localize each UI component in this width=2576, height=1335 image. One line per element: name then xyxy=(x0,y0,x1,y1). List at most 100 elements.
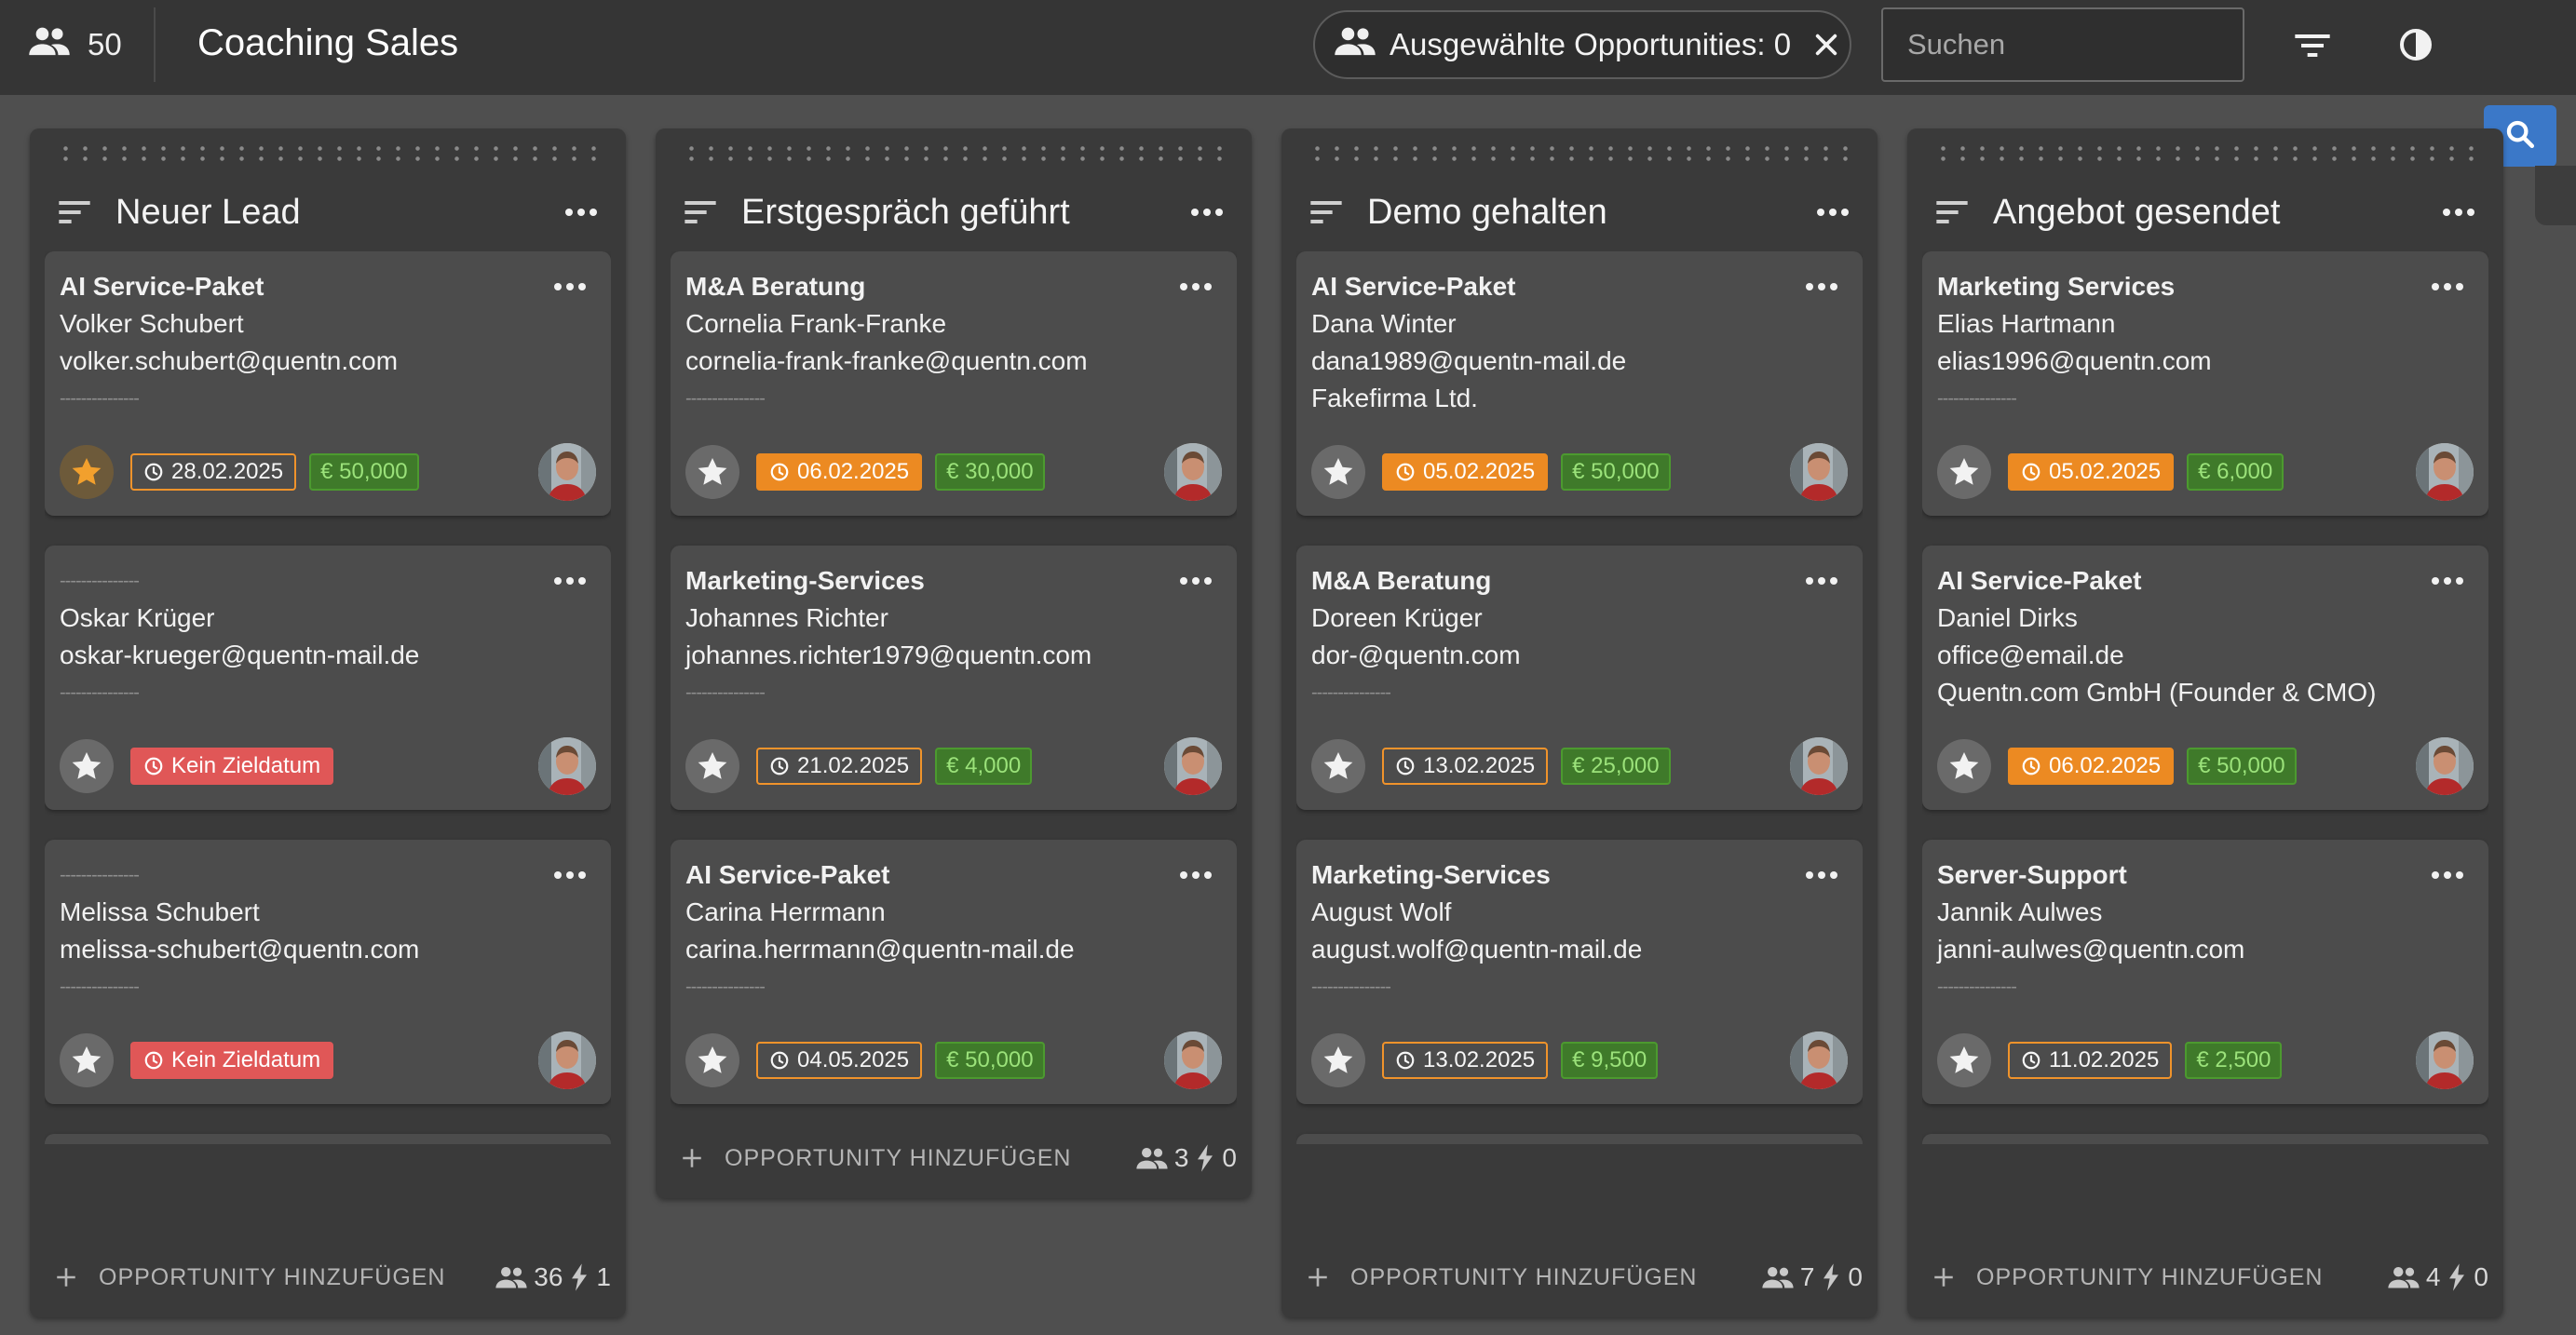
opportunity-card[interactable]: Server-Support Jannik Aulwes janni-aulwes@… xyxy=(1922,840,2488,1104)
opportunity-card[interactable]: AI Service-Paket Dana Winter dana1989@quen… xyxy=(1296,251,1863,516)
add-opportunity-button[interactable]: OPPORTUNITY HINZUFÜGEN xyxy=(1976,1264,2387,1291)
add-opportunity-button[interactable]: OPPORTUNITY HINZUFÜGEN xyxy=(725,1145,1135,1172)
star-icon[interactable] xyxy=(60,445,114,499)
column-drag-handle[interactable] xyxy=(1308,143,1851,162)
due-date-badge[interactable]: 05.02.2025 xyxy=(2008,453,2175,491)
avatar[interactable] xyxy=(2416,443,2474,501)
empty-field-placeholder: --------------- xyxy=(1311,977,1391,997)
column-drag-handle[interactable] xyxy=(1933,143,2477,162)
more-options-icon[interactable] xyxy=(1188,208,1226,217)
card-more-icon[interactable] xyxy=(2431,868,2464,884)
close-icon[interactable] xyxy=(1811,30,1841,60)
plus-icon[interactable] xyxy=(1306,1265,1330,1289)
avatar[interactable] xyxy=(538,1032,596,1089)
card-more-icon[interactable] xyxy=(1179,279,1213,296)
more-options-icon[interactable] xyxy=(2440,208,2477,217)
sort-icon[interactable] xyxy=(1308,193,1347,232)
card-more-icon[interactable] xyxy=(553,868,587,884)
avatar[interactable] xyxy=(1790,737,1848,795)
due-date-badge[interactable]: 04.05.2025 xyxy=(756,1042,923,1079)
plus-icon[interactable] xyxy=(54,1265,78,1289)
column-drag-handle[interactable] xyxy=(682,143,1226,162)
avatar[interactable] xyxy=(1790,1032,1848,1089)
star-icon[interactable] xyxy=(685,739,739,793)
opportunity-card[interactable]: AI Service-Paket Volker Schubert volker.sc… xyxy=(45,251,611,516)
card-more-icon[interactable] xyxy=(2431,573,2464,590)
sort-icon[interactable] xyxy=(56,193,95,232)
star-icon[interactable] xyxy=(1937,1033,1991,1087)
opportunity-card[interactable]: Marketing Services Elias Hartmann elias199… xyxy=(1922,251,2488,516)
card-footer: 04.05.2025 € 50,000 xyxy=(685,1032,1222,1089)
avatar[interactable] xyxy=(538,737,596,795)
selected-opportunities-chip[interactable]: Ausgewählte Opportunities: 0 xyxy=(1313,10,1851,79)
card-more-icon[interactable] xyxy=(553,573,587,590)
more-options-icon[interactable] xyxy=(563,208,600,217)
opportunity-card[interactable]: M&A Beratung Doreen Krüger dor-@quentn.com… xyxy=(1296,546,1863,810)
opportunity-card[interactable]: --------------- Oskar Krüger oskar-krueger… xyxy=(45,546,611,810)
avatar[interactable] xyxy=(2416,1032,2474,1089)
card-list: Marketing Services Elias Hartmann elias199… xyxy=(1922,251,2488,1144)
opportunity-card[interactable]: Marketing-Services August Wolf august.wolf… xyxy=(1296,840,1863,1104)
opportunity-card[interactable]: --------------- Melissa Schubert melissa-s… xyxy=(45,840,611,1104)
avatar[interactable] xyxy=(1164,443,1222,501)
opportunity-card[interactable]: AI Service-Paket Carina Herrmann carina.he… xyxy=(671,840,1237,1104)
due-date-badge[interactable]: 05.02.2025 xyxy=(1382,453,1549,491)
due-date-badge[interactable]: 06.02.2025 xyxy=(2008,748,2175,785)
plus-icon[interactable] xyxy=(680,1146,704,1170)
card-product: AI Service-Paket xyxy=(1937,566,2142,595)
due-date-badge[interactable]: 11.02.2025 xyxy=(2008,1042,2173,1079)
due-date-badge[interactable]: 06.02.2025 xyxy=(756,453,923,491)
opportunity-card[interactable]: Marketing ServicesKarl Möller xyxy=(1296,1134,1863,1144)
card-more-icon[interactable] xyxy=(1805,868,1838,884)
sort-icon[interactable] xyxy=(682,193,721,232)
contacts-count: 7 xyxy=(1799,1262,1815,1291)
actions-count: 0 xyxy=(2474,1262,2488,1291)
avatar[interactable] xyxy=(1790,443,1848,501)
star-icon[interactable] xyxy=(685,1033,739,1087)
avatar[interactable] xyxy=(1164,1032,1222,1089)
due-date-text: 13.02.2025 xyxy=(1423,753,1536,778)
opportunity-card[interactable]: Software und ServiceVictoria Hofmann xyxy=(45,1134,611,1144)
star-icon[interactable] xyxy=(1311,1033,1365,1087)
due-date-badge[interactable]: 28.02.2025 xyxy=(130,453,297,491)
due-date-badge[interactable]: 13.02.2025 xyxy=(1382,748,1549,785)
column-drag-handle[interactable] xyxy=(56,143,600,162)
search-input[interactable] xyxy=(1881,7,2244,82)
card-more-icon[interactable] xyxy=(1179,573,1213,590)
more-options-icon[interactable] xyxy=(1814,208,1851,217)
avatar[interactable] xyxy=(2416,737,2474,795)
plus-icon[interactable] xyxy=(1932,1265,1956,1289)
star-icon[interactable] xyxy=(1311,445,1365,499)
filter-icon[interactable] xyxy=(2291,24,2334,67)
clock-icon xyxy=(769,1050,790,1071)
avatar[interactable] xyxy=(538,443,596,501)
add-opportunity-button[interactable]: OPPORTUNITY HINZUFÜGEN xyxy=(99,1264,495,1291)
sort-icon[interactable] xyxy=(1933,193,1973,232)
value-badge: € 6,000 xyxy=(2187,453,2285,491)
star-icon[interactable] xyxy=(1937,445,1991,499)
member-count[interactable]: 50 xyxy=(28,0,122,89)
avatar[interactable] xyxy=(1164,737,1222,795)
due-date-badge[interactable]: 13.02.2025 xyxy=(1382,1042,1549,1079)
opportunity-card[interactable]: Marketing-Services Johannes Richter johann… xyxy=(671,546,1237,810)
clock-icon xyxy=(1395,462,1416,482)
opportunity-card[interactable]: M&A Beratung Cornelia Frank-Franke corneli… xyxy=(671,251,1237,516)
star-icon[interactable] xyxy=(1311,739,1365,793)
opportunity-card[interactable]: M&A BEratungHeinz Schmid xyxy=(1922,1134,2488,1144)
dark-mode-toggle-icon[interactable] xyxy=(2393,22,2438,67)
card-more-icon[interactable] xyxy=(553,279,587,296)
star-icon[interactable] xyxy=(685,445,739,499)
star-icon[interactable] xyxy=(60,1033,114,1087)
star-icon[interactable] xyxy=(60,739,114,793)
card-more-icon[interactable] xyxy=(2431,279,2464,296)
due-date-badge[interactable]: 21.02.2025 xyxy=(756,748,923,785)
due-date-badge[interactable]: Kein Zieldatum xyxy=(130,748,334,785)
side-panel-handle[interactable] xyxy=(2535,166,2576,225)
due-date-badge[interactable]: Kein Zieldatum xyxy=(130,1042,334,1079)
card-more-icon[interactable] xyxy=(1805,279,1838,296)
add-opportunity-button[interactable]: OPPORTUNITY HINZUFÜGEN xyxy=(1350,1264,1761,1291)
card-more-icon[interactable] xyxy=(1805,573,1838,590)
star-icon[interactable] xyxy=(1937,739,1991,793)
opportunity-card[interactable]: AI Service-Paket Daniel Dirks office@email… xyxy=(1922,546,2488,810)
card-more-icon[interactable] xyxy=(1179,868,1213,884)
